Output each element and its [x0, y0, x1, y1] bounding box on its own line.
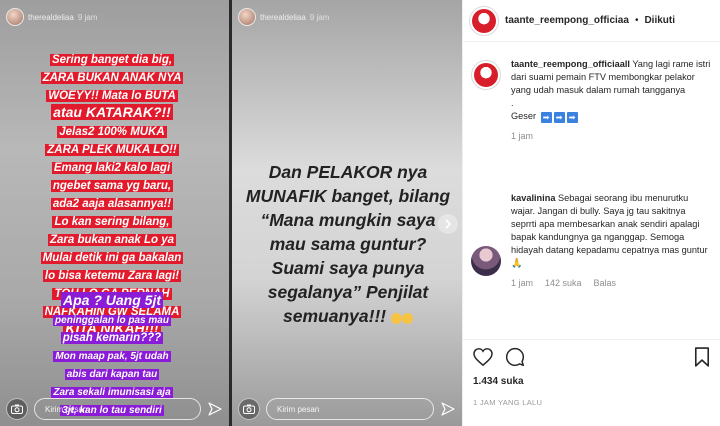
story-red-line: Mulai detik ini ga bakalan [40, 252, 184, 264]
caption-dot: . [511, 98, 514, 108]
right-arrow-emoji: ➡ [553, 112, 565, 123]
caption-geser: Geser [511, 111, 537, 121]
story-red-line: lo bisa ketemu Zara lagi! [42, 270, 182, 282]
follow-status-button[interactable]: Diikuti [644, 15, 675, 26]
story-red-line: ada2 aaja alasannya!! [50, 198, 174, 210]
likes-count[interactable]: 1.434 suka [473, 376, 710, 387]
story-time: 9 jam [77, 12, 98, 22]
story-avatar [6, 8, 24, 26]
story-purple-line: peninggalan lo pas mau [53, 315, 171, 326]
instagram-post: therealdeliaa 9 jam Sering banget dia bi… [0, 0, 720, 426]
account-avatar[interactable] [469, 5, 499, 36]
story-avatar [238, 8, 256, 26]
camera-icon[interactable] [6, 398, 28, 420]
caption-meta: 1 jam [511, 131, 712, 141]
caption-time[interactable]: 1 jam [511, 131, 533, 141]
story-quote: Dan PELAKOR nya MUNAFIK banget, bilang “… [245, 162, 451, 326]
story-username: therealdeliaa [260, 12, 306, 22]
grinning-emoji-icon [390, 313, 402, 324]
heart-icon[interactable] [473, 347, 493, 371]
next-arrow-icon[interactable] [438, 214, 458, 234]
story-reply-input[interactable]: Kirim pesan [266, 398, 434, 420]
story-reply-input[interactable]: Kirim pesan [34, 398, 201, 420]
story-red-line: ZARA PLEK MUKA LO!! [45, 144, 179, 156]
praying-hands-icon: 🙏 [511, 258, 523, 268]
action-icons [473, 346, 710, 372]
bookmark-icon[interactable] [694, 346, 710, 372]
send-icon[interactable] [207, 401, 223, 417]
comment-item: kavalinina Sebagai seorang ibu menurutku… [463, 192, 720, 288]
comment-text-block: kavalinina Sebagai seorang ibu menurutku… [511, 192, 712, 270]
story-red-line: Emang laki2 kalo lagi [51, 162, 173, 174]
caption: taante_reempong_officiaall Yang lagi ram… [463, 58, 720, 170]
story-red-line: ZARA BUKAN ANAK NYA [40, 72, 184, 84]
story-header: therealdeliaa 9 jam [238, 6, 329, 28]
comment-likes[interactable]: 142 suka [545, 278, 582, 288]
story-purple-line: Mon maap pak, 5jt udah [53, 351, 171, 362]
header-separator: • [634, 15, 639, 26]
story-red-line: Lo kan sering bilang, [52, 216, 172, 228]
caption-avatar[interactable] [471, 60, 501, 90]
story-red-line: Zara bukan anak Lo ya [48, 234, 176, 246]
post-actions: 1.434 suka 1 JAM YANG LALU [463, 339, 720, 407]
right-arrow-emoji: ➡ [540, 112, 552, 123]
reply-button[interactable]: Balas [594, 278, 617, 288]
comments-section: taante_reempong_officiaall Yang lagi ram… [463, 58, 720, 288]
story-time: 9 jam [309, 12, 330, 22]
post-media[interactable]: therealdeliaa 9 jam Sering banget dia bi… [0, 0, 462, 426]
header-username[interactable]: taante_reempong_officiaa [505, 15, 629, 26]
comment-username[interactable]: kavalinina [511, 193, 555, 203]
caption-text-block: taante_reempong_officiaall Yang lagi ram… [511, 58, 712, 123]
caption-username[interactable]: taante_reempong_officiaall [511, 59, 630, 69]
camera-icon[interactable] [238, 398, 260, 420]
story-screenshot-left: therealdeliaa 9 jam Sering banget dia bi… [0, 0, 229, 426]
comment-meta: 1 jam 142 suka Balas [511, 278, 712, 288]
right-arrow-emoji: ➡ [566, 112, 578, 123]
story-username: therealdeliaa [28, 12, 74, 22]
story-purple-line: abis dari kapan tau [64, 369, 160, 380]
post-timestamp[interactable]: 1 JAM YANG LALU [473, 398, 710, 407]
post-side-panel: taante_reempong_officiaa • Diikuti taant… [462, 0, 720, 426]
comment-icon[interactable] [505, 347, 525, 372]
story-purple-line: pisah kemarin??? [60, 332, 164, 344]
story-reply-bar: Kirim pesan [0, 392, 229, 426]
grinning-emoji-icon [401, 313, 413, 324]
story-reply-bar: Kirim pesan [232, 392, 462, 426]
story-quote-text: Dan PELAKOR nya MUNAFIK banget, bilang “… [242, 160, 454, 328]
post-header: taante_reempong_officiaa • Diikuti [463, 0, 720, 42]
story-red-line: ngebet sama yg baru, [50, 180, 174, 192]
story-red-line: Jelas2 100% MUKA [57, 126, 167, 138]
story-red-line: atau KATARAK?!! [51, 104, 173, 120]
send-icon[interactable] [440, 401, 456, 417]
story-red-line: Sering banget dia big, [49, 54, 175, 66]
story-purple-line: Apa ? Uang 5jt [60, 292, 163, 308]
story-header: therealdeliaa 9 jam [6, 6, 97, 28]
commenter-avatar[interactable] [471, 246, 501, 276]
comment-time[interactable]: 1 jam [511, 278, 533, 288]
story-red-line: WOEYY!! Mata lo BUTA [46, 90, 178, 102]
